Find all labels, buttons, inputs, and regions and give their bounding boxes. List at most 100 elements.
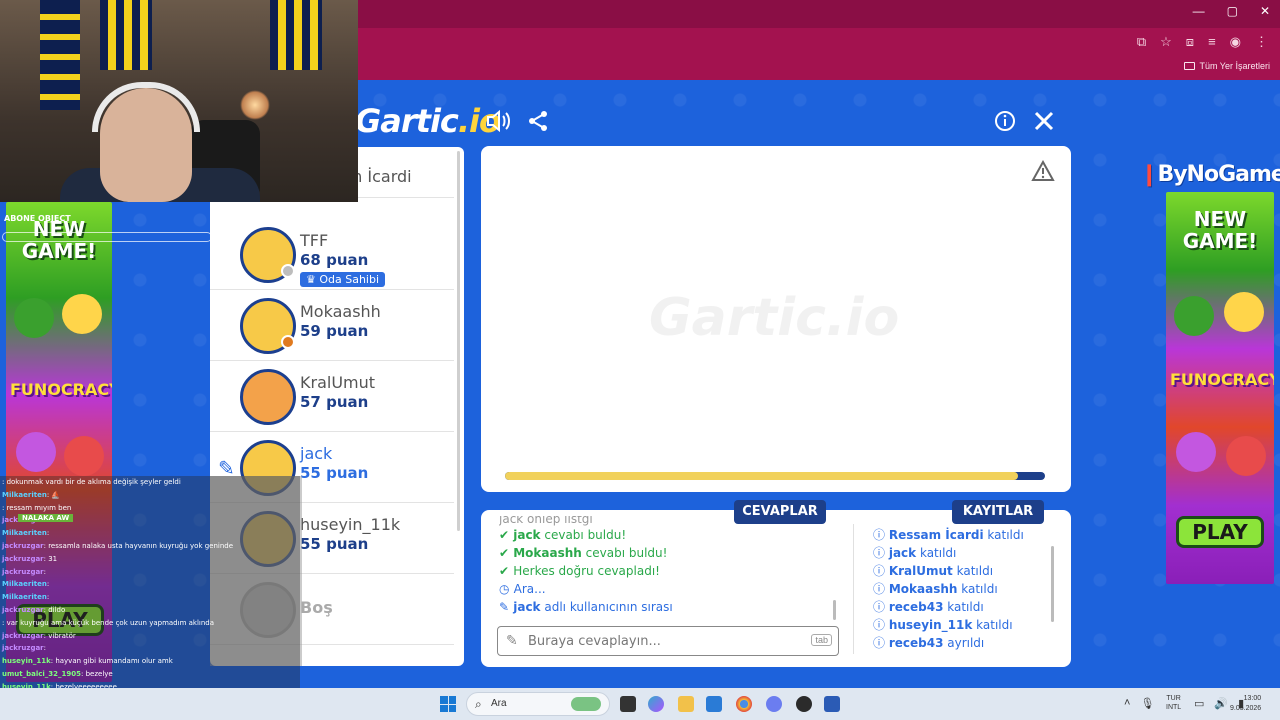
- panel-divider: [853, 524, 854, 654]
- answer-row: ◷ Ara...: [499, 582, 546, 596]
- face-icon: [62, 294, 102, 334]
- all-bookmarks-button[interactable]: Tüm Yer İşaretleri: [1184, 61, 1270, 71]
- player-name: KralUmut: [300, 373, 376, 392]
- lamp-image: [240, 90, 270, 120]
- stream-chat-text: :: [46, 580, 50, 589]
- stream-chat-message: jackruzgar:: [0, 642, 300, 655]
- player-name: TFF: [300, 231, 329, 250]
- store-icon[interactable]: [706, 696, 722, 712]
- answer-input[interactable]: [528, 631, 798, 651]
- canvas-watermark: Gartic.io: [649, 288, 900, 348]
- close-game-icon[interactable]: [1031, 108, 1057, 134]
- face-icon: [1226, 436, 1266, 476]
- player-card: KralUmut 57 puan: [210, 361, 454, 432]
- right-ad-banner[interactable]: NEW GAME! FUNOCRACY PLAY: [1166, 192, 1274, 584]
- info-icon[interactable]: [992, 108, 1018, 134]
- mic-icon[interactable]: 🎙: [1140, 697, 1154, 710]
- logs-list: ⓘ Ressam İcardi katıldı ⓘ jack katıldı ⓘ…: [873, 526, 1024, 652]
- stream-chat-user: Milkaeriten: [2, 529, 47, 538]
- volume-icon[interactable]: 🔊: [1214, 697, 1228, 710]
- drawing-canvas[interactable]: Gartic.io: [481, 146, 1071, 492]
- log-row: ⓘ Mokaashh katıldı: [873, 582, 998, 596]
- clock[interactable]: 13:00 9.05.2026: [1230, 694, 1261, 714]
- player-name: huseyin_11k: [300, 515, 401, 534]
- round-timer-bar: [505, 472, 1045, 480]
- stream-chat-user: Milkaeriten: [2, 593, 47, 602]
- task-view-icon[interactable]: [620, 696, 636, 712]
- discord-icon[interactable]: [766, 696, 782, 712]
- folder-icon: [1184, 62, 1196, 70]
- close-window-button[interactable]: ✕: [1260, 4, 1270, 18]
- taskbar-search[interactable]: ⌕ Ara: [466, 692, 610, 716]
- jersey-image: [100, 0, 152, 70]
- stream-chat-text: : bezelye: [81, 669, 113, 678]
- tab-logs[interactable]: KAYITLAR: [952, 500, 1044, 524]
- answers-logs-panel: jack önlep listgi ✔ jack cevabı buldu! ✔…: [481, 510, 1071, 667]
- bookmark-star-icon[interactable]: ☆: [1160, 34, 1172, 50]
- stream-chat-text: :: [46, 529, 50, 538]
- players-scrollbar[interactable]: [457, 151, 460, 531]
- stream-chat-message: Milkaeriten: ⛵: [0, 489, 300, 502]
- display-icon[interactable]: ▭: [1194, 697, 1204, 710]
- report-warning-icon[interactable]: [1031, 159, 1055, 182]
- stream-chat-text: : dildo: [43, 605, 66, 614]
- sound-icon[interactable]: [486, 108, 512, 134]
- status-dot: [281, 264, 295, 278]
- face-icon: [1176, 432, 1216, 472]
- stream-chat-user: huseyin_11k: [2, 657, 51, 666]
- answer-row: ✔ jack cevabı buldu!: [499, 528, 627, 542]
- stream-chat-message: huseyin_11k: hayvan gibi kumandamı olur …: [0, 655, 300, 668]
- file-explorer-icon[interactable]: [678, 696, 694, 712]
- room-owner-badge: ♛ Oda Sahibi: [300, 272, 386, 287]
- media-icon[interactable]: ≡: [1208, 34, 1216, 50]
- player-name: jack: [300, 444, 333, 463]
- copilot-icon[interactable]: [648, 696, 664, 712]
- thumbs-up-icon: [1174, 296, 1214, 336]
- all-bookmarks-label: Tüm Yer İşaretleri: [1199, 61, 1270, 71]
- bynogame-logo[interactable]: ❙ByNoGame: [1140, 162, 1280, 187]
- chrome-icon[interactable]: [736, 696, 752, 712]
- stream-chat-message: Milkaeriten:: [0, 591, 300, 604]
- profile-avatar[interactable]: ◉: [1230, 34, 1241, 50]
- player-avatar: [240, 227, 296, 283]
- ad-new-game-text: NEW GAME!: [1182, 207, 1258, 253]
- language-indicator[interactable]: TUR INTL: [1166, 694, 1181, 712]
- stream-chat-overlay: : dokunmak vardı bir de aklıma değişik ş…: [0, 476, 300, 720]
- player-score: 55 puan: [300, 464, 369, 482]
- obs-icon[interactable]: [796, 696, 812, 712]
- maximize-button[interactable]: ▢: [1227, 4, 1238, 18]
- player-card: Mokaashh 59 puan: [210, 290, 454, 361]
- system-tray: ˄ 🎙: [1124, 697, 1154, 710]
- player-score: 55 puan: [300, 535, 369, 553]
- cast-icon[interactable]: ⧉: [1137, 34, 1146, 50]
- face-icon: [1224, 292, 1264, 332]
- player-name: Boş: [300, 598, 333, 617]
- tab-answers[interactable]: CEVAPLAR: [734, 500, 826, 524]
- minimize-button[interactable]: —: [1193, 4, 1205, 18]
- stream-chat-text: : vibratör: [43, 631, 76, 640]
- windows-start-icon[interactable]: [440, 696, 456, 712]
- player-name: Mokaashh: [300, 302, 381, 321]
- log-row: ⓘ receb43 katıldı: [873, 600, 984, 614]
- answers-scrollbar[interactable]: [833, 600, 836, 620]
- extensions-icon[interactable]: ⧈: [1186, 34, 1194, 50]
- ad-play-button[interactable]: PLAY: [1176, 516, 1264, 548]
- player-score: 59 puan: [300, 322, 369, 340]
- stream-chat-user: umut_balci_32_1905: [2, 669, 82, 678]
- stream-chat-user: Milkaeriten: [2, 490, 47, 499]
- stream-chat-message: jackruzgar: vibratör: [0, 630, 300, 643]
- stream-chat-user: jackruzgar: [2, 631, 44, 640]
- nalaka-badge: NALAKA AW: [18, 514, 74, 522]
- share-icon[interactable]: [525, 108, 551, 134]
- scarf-image: [40, 0, 80, 110]
- stream-chat-text: :: [46, 593, 50, 602]
- stream-chat-message: jackruzgar: dildo: [0, 604, 300, 617]
- stream-chat-user: Milkaeriten: [2, 580, 47, 589]
- logs-scrollbar[interactable]: [1051, 546, 1054, 622]
- player-score: 57 puan: [300, 393, 369, 411]
- answer-input-box[interactable]: ✎ tab: [497, 626, 839, 656]
- menu-icon[interactable]: ⋮: [1255, 34, 1268, 50]
- word-icon[interactable]: [824, 696, 840, 712]
- stream-chat-text: : ressamla nalaka usta hayvanın kuyruğu …: [43, 541, 234, 550]
- chevron-up-icon[interactable]: ˄: [1124, 697, 1130, 710]
